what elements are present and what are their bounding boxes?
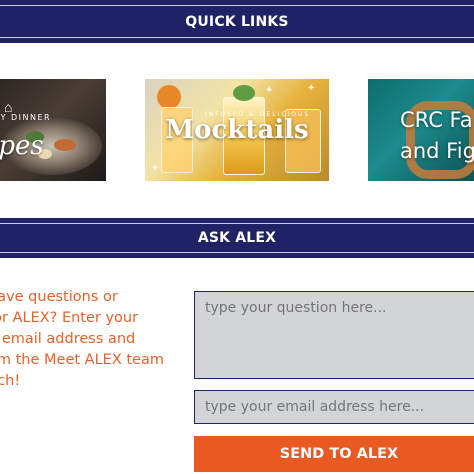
crc-title: CRC Fa and Fig bbox=[400, 105, 474, 167]
question-input[interactable] bbox=[194, 291, 474, 379]
ask-alex-header: ASK ALEX bbox=[0, 218, 474, 258]
quick-links-title: QUICK LINKS bbox=[185, 13, 289, 30]
sparkle-icon: ✦ bbox=[307, 83, 316, 94]
sparkle-icon: ✦ bbox=[151, 163, 160, 174]
garnish-shape bbox=[54, 139, 76, 151]
crc-title-line-2: and Fig bbox=[400, 139, 474, 163]
sparkle-icon: ✦ bbox=[265, 85, 274, 96]
send-to-alex-button[interactable]: SEND TO ALEX bbox=[194, 436, 474, 472]
mocktails-title: Mocktails bbox=[165, 115, 309, 145]
description-line: om the Meet ALEX team bbox=[0, 352, 164, 368]
description-line: have questions or bbox=[0, 289, 118, 305]
description-line: for ALEX? Enter your bbox=[0, 310, 139, 326]
ask-alex-title: ASK ALEX bbox=[197, 230, 277, 246]
recipes-title: ipes bbox=[0, 131, 44, 161]
description-line: uch! bbox=[0, 373, 21, 389]
crc-title-line-1: CRC Fa bbox=[400, 108, 473, 132]
mint-garnish-image bbox=[233, 85, 255, 101]
description-line: d email address and bbox=[0, 331, 136, 347]
email-input[interactable] bbox=[194, 390, 474, 424]
quick-link-recipes[interactable]: ⌂ SY DINNER ipes bbox=[0, 79, 106, 181]
quick-link-mocktails[interactable]: ✦ ✦ ✦ INFUSED & DELICIOUS Mocktails bbox=[145, 79, 329, 181]
ask-alex-description: have questions or for ALEX? Enter your d… bbox=[0, 287, 166, 392]
recipes-small-label: SY DINNER bbox=[0, 113, 52, 122]
orange-slice-image bbox=[157, 85, 181, 109]
quick-link-crc-facts[interactable]: CRC Fa and Fig bbox=[368, 79, 474, 181]
quick-links-header: QUICK LINKS bbox=[0, 0, 474, 43]
